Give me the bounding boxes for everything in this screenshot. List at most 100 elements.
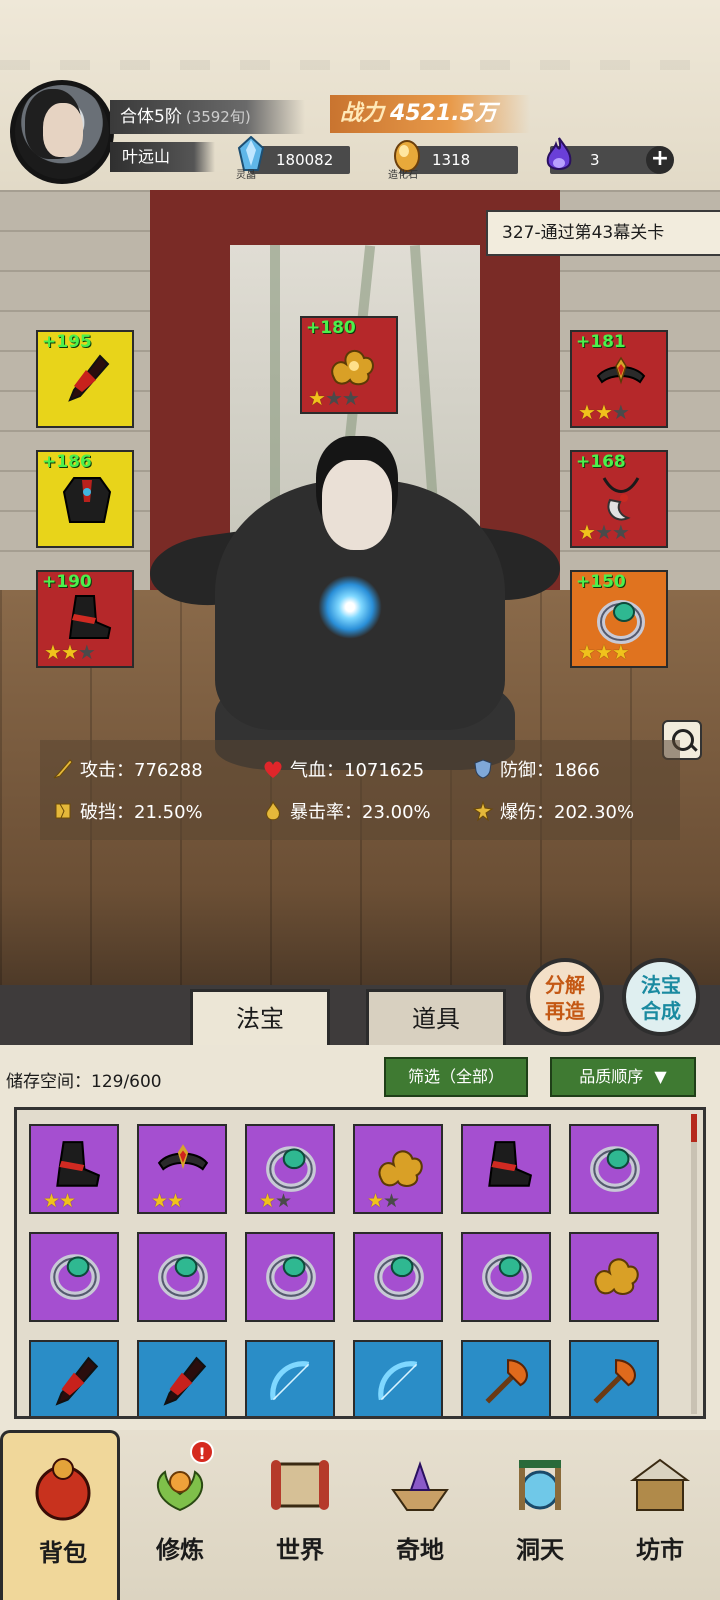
character-head xyxy=(322,460,392,550)
stage-progress-banner[interactable]: 327-通过第43幕关卡 xyxy=(486,210,720,256)
inventory-item[interactable] xyxy=(353,1232,443,1322)
inventory-item[interactable]: ★★ xyxy=(245,1124,335,1214)
inventory-item[interactable] xyxy=(569,1124,659,1214)
enhance-level: +180 xyxy=(306,318,356,338)
nav-label: 坊市 xyxy=(636,1536,684,1564)
tab-items[interactable]: 道具 xyxy=(366,989,506,1045)
golden-cloud-icon xyxy=(594,1258,639,1295)
inventory-item[interactable] xyxy=(137,1340,227,1416)
jade-ring-icon xyxy=(374,1254,424,1300)
equip-slot-talisman[interactable]: +180 ★★★ xyxy=(300,316,398,414)
spirit-crystal-caption: 灵晶 xyxy=(236,170,256,181)
sword-icon xyxy=(53,759,73,779)
notification-badge: ! xyxy=(190,1440,214,1464)
inventory-item[interactable] xyxy=(137,1232,227,1322)
equip-slot-boots[interactable]: +190 ★★★ xyxy=(36,570,134,668)
equip-slot-armor[interactable]: +186 xyxy=(36,450,134,548)
bow-icon xyxy=(270,1361,310,1401)
enhance-level: +195 xyxy=(42,332,92,352)
attribute-panel: 攻击：776288 气血：1071625 防御：1866 破挡：21.50% 暴… xyxy=(40,740,680,840)
inventory-item[interactable] xyxy=(461,1232,551,1322)
nav-item-scroll-map[interactable]: 世界 xyxy=(240,1430,360,1600)
combat-power-label: 战力 xyxy=(340,101,385,126)
inventory-item[interactable]: ★★ xyxy=(29,1124,119,1214)
spirit-orb xyxy=(318,575,382,639)
crit-flame-icon xyxy=(266,800,280,821)
bow-icon xyxy=(378,1361,418,1401)
inventory-item[interactable] xyxy=(569,1340,659,1416)
nav-item-bag[interactable]: 背包 xyxy=(0,1430,120,1600)
jade-ring-icon xyxy=(50,1254,100,1300)
nav-item-market-stall[interactable]: 坊市 xyxy=(600,1430,720,1600)
stat-attack: 攻击：776288 xyxy=(52,756,203,782)
star-rating: ★★★ xyxy=(578,520,630,544)
stat-defense: 防御：1866 xyxy=(472,756,600,782)
heart-icon xyxy=(264,761,282,778)
star-rating: ★★★ xyxy=(44,640,96,664)
stat-crit-damage: 爆伤：202.30% xyxy=(472,798,634,824)
player-avatar[interactable] xyxy=(10,80,114,184)
star-rating: ★★ xyxy=(43,1190,76,1212)
nav-label: 奇地 xyxy=(396,1536,444,1564)
filter-button[interactable]: 筛选（全部） xyxy=(384,1057,528,1097)
nav-item-lotus[interactable]: 修炼! xyxy=(120,1430,240,1600)
axe-icon xyxy=(485,1359,528,1404)
spirit-crystal-value: 180082 xyxy=(276,151,334,169)
avatar-face xyxy=(43,103,83,157)
inventory-item[interactable] xyxy=(245,1340,335,1416)
combat-power-value: 4521.5万 xyxy=(390,101,497,126)
equip-slot-ring[interactable]: +150 ★★★ xyxy=(570,570,668,668)
sort-label: 品质顺序 xyxy=(579,1067,644,1086)
synth-label-2: 合成 xyxy=(641,999,681,1023)
treasure-synthesis-button[interactable]: 法宝 合成 xyxy=(622,958,700,1036)
enhance-level: +190 xyxy=(42,572,92,592)
inventory-item[interactable]: ★★ xyxy=(137,1124,227,1214)
equip-slot-weapon[interactable]: +195 xyxy=(36,330,134,428)
jade-ring-icon xyxy=(158,1254,208,1300)
inventory-item[interactable] xyxy=(461,1340,551,1416)
inventory-item[interactable] xyxy=(29,1340,119,1416)
inventory-item[interactable] xyxy=(461,1124,551,1214)
market-stall-icon xyxy=(629,1458,691,1511)
jade-ring-icon xyxy=(266,1254,316,1300)
tab-treasure[interactable]: 法宝 xyxy=(190,989,330,1045)
inventory-scrollbar[interactable] xyxy=(691,1114,697,1414)
inventory-item[interactable] xyxy=(245,1232,335,1322)
inventory-tab-bar: 法宝 道具 xyxy=(0,985,720,1045)
jade-ring-icon xyxy=(590,1146,640,1192)
stat-crit-damage-text: 爆伤：202.30% xyxy=(500,802,635,823)
star-rating: ★★ xyxy=(151,1190,184,1212)
purple-flame-icon xyxy=(546,137,572,170)
star-rating: ★★★ xyxy=(578,400,630,424)
bag-icon xyxy=(35,1458,91,1521)
inventory-item[interactable]: ★★ xyxy=(353,1124,443,1214)
bottom-navigation: 背包 修炼! 世界 奇地 洞天 坊市 xyxy=(0,1430,720,1600)
equip-slot-headband[interactable]: +181 ★★★ xyxy=(570,330,668,428)
jade-ring-icon xyxy=(482,1254,532,1300)
inventory-item[interactable] xyxy=(353,1340,443,1416)
stat-crit-rate-text: 暴击率：23.00% xyxy=(290,802,431,823)
stat-defense-text: 防御：1866 xyxy=(500,760,600,781)
inventory-item[interactable] xyxy=(569,1232,659,1322)
add-resource-button[interactable]: + xyxy=(646,146,674,174)
inventory-item[interactable] xyxy=(29,1232,119,1322)
stat-attack-text: 攻击：776288 xyxy=(80,760,203,781)
boots-icon xyxy=(68,595,112,639)
equip-slot-necklace[interactable]: +168 ★★★ xyxy=(570,450,668,548)
creation-stone-caption: 造化石 xyxy=(388,170,418,181)
robe-icon xyxy=(62,477,112,523)
inventory-scroll-thumb[interactable] xyxy=(691,1114,697,1142)
enhance-level: +168 xyxy=(576,452,626,472)
axe-icon xyxy=(593,1359,636,1404)
headband-icon xyxy=(157,1144,209,1171)
sort-dropdown[interactable]: 品质顺序 ▼ xyxy=(550,1057,696,1097)
nav-item-portal-gate[interactable]: 洞天 xyxy=(480,1430,600,1600)
decompose-rebuild-button[interactable]: 分解 再造 xyxy=(526,958,604,1036)
stat-break: 破挡：21.50% xyxy=(52,798,203,824)
floating-island-icon xyxy=(391,1460,449,1511)
player-name: 叶远山 xyxy=(110,142,215,172)
nav-item-floating-island[interactable]: 奇地 xyxy=(360,1430,480,1600)
star-rating: ★★ xyxy=(259,1190,292,1212)
boots-icon xyxy=(56,1141,101,1187)
jade-ring-icon xyxy=(597,600,645,644)
